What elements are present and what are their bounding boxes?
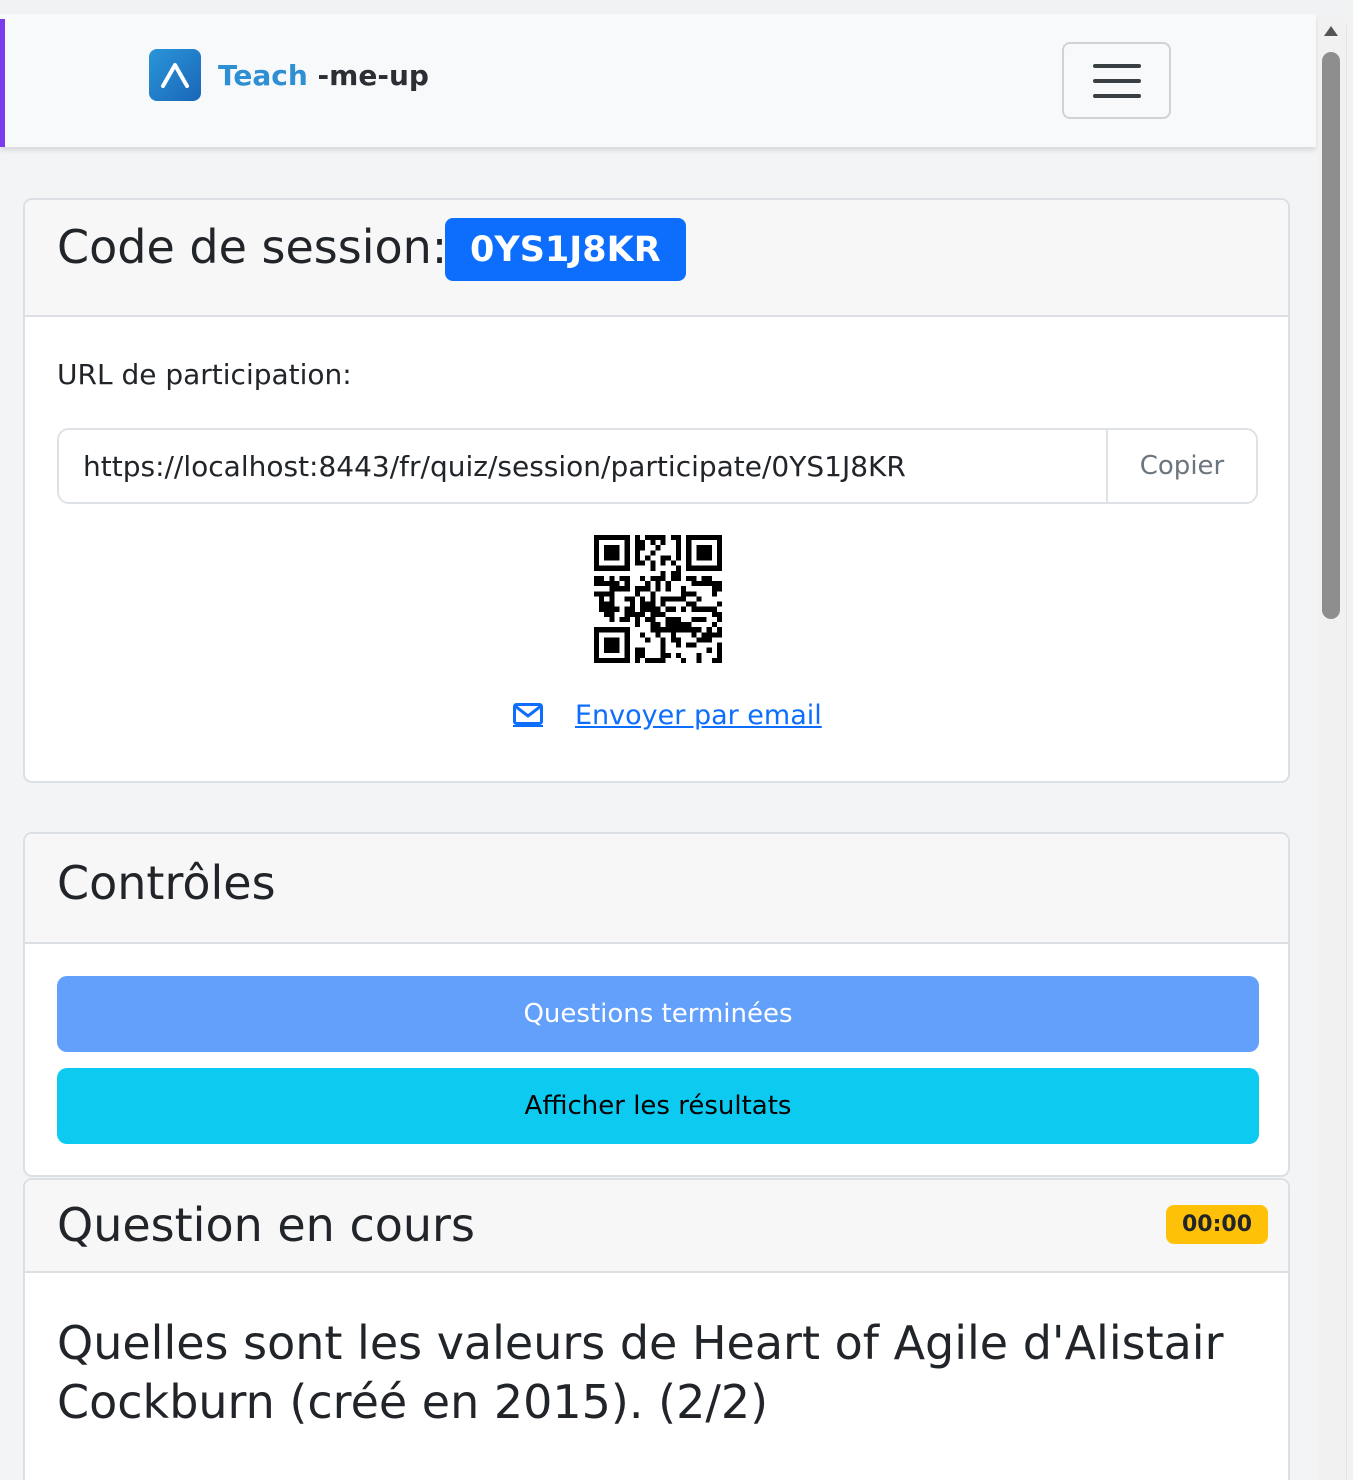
participation-url-label: URL de participation: — [57, 358, 352, 391]
brand-name: Teach -me-up — [218, 59, 429, 92]
timer-badge: 00:00 — [1166, 1205, 1269, 1244]
hamburger-menu-icon — [1092, 78, 1141, 83]
current-question-header: Question en cours 00:00 — [25, 1180, 1288, 1273]
hamburger-menu-icon — [1092, 93, 1141, 98]
vertical-scrollbar[interactable] — [1318, 14, 1346, 1480]
participation-url-input[interactable] — [59, 430, 1106, 502]
session-card: Code de session: 0YS1J8KR URL de partici… — [23, 198, 1290, 783]
send-by-email-link[interactable]: Envoyer par email — [575, 700, 822, 731]
participation-url-group: Copier — [57, 428, 1258, 504]
copy-button[interactable]: Copier — [1106, 430, 1256, 502]
question-text: Quelles sont les valeurs de Heart of Agi… — [57, 1316, 1224, 1429]
envelope-icon — [513, 703, 543, 727]
brand-name-rest: -me-up — [307, 58, 429, 92]
current-question-card: Question en cours 00:00 Quelles sont les… — [23, 1178, 1290, 1480]
scroll-up-arrow-icon[interactable] — [1324, 26, 1338, 36]
email-share-row: Envoyer par email — [513, 697, 822, 733]
current-question-title: Question en cours — [57, 1198, 475, 1252]
browser-window: Teach -me-up Code de session: 0YS1J8KR U… — [0, 14, 1347, 1480]
hamburger-menu-icon — [1092, 63, 1141, 68]
navbar: Teach -me-up — [0, 14, 1316, 147]
brand-link[interactable]: Teach -me-up — [149, 49, 429, 101]
session-title: Code de session: — [57, 220, 448, 274]
brand-name-teach: Teach — [218, 58, 308, 92]
controls-title: Contrôles — [57, 856, 276, 910]
show-results-button[interactable]: Afficher les résultats — [57, 1068, 1259, 1144]
session-card-header: Code de session: 0YS1J8KR — [25, 200, 1288, 317]
controls-card-header: Contrôles — [25, 834, 1288, 944]
qr-code-image — [594, 535, 722, 663]
session-code-badge: 0YS1J8KR — [445, 218, 686, 281]
navbar-accent-bar — [0, 19, 5, 147]
controls-card: Contrôles Questions terminées Afficher l… — [23, 832, 1290, 1177]
scrollbar-thumb[interactable] — [1322, 52, 1340, 619]
caret-up-logo-icon — [149, 49, 201, 101]
navbar-toggler-button[interactable] — [1062, 42, 1171, 119]
questions-finished-button[interactable]: Questions terminées — [57, 976, 1259, 1052]
